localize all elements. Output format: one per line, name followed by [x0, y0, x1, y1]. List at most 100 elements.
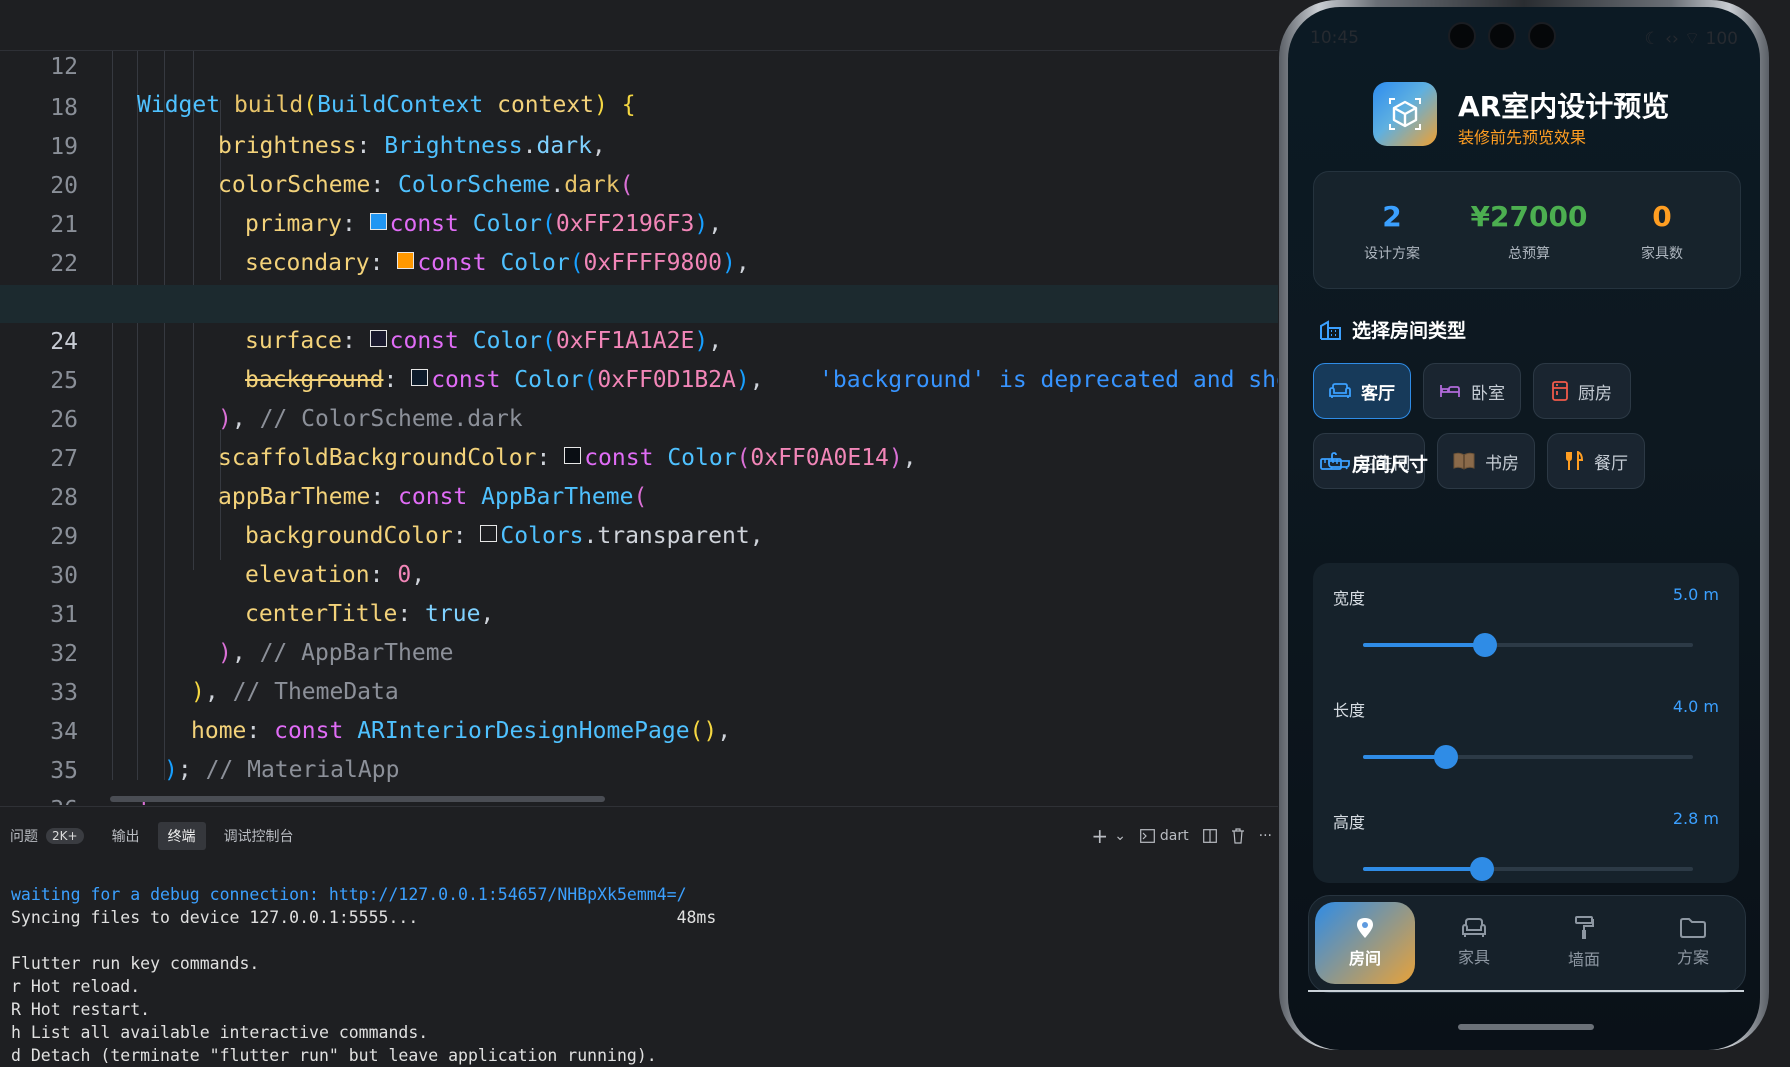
- slider-thumb[interactable]: [1469, 857, 1494, 881]
- ar-cube-icon: [1389, 98, 1421, 130]
- slider-thumb[interactable]: [1433, 745, 1458, 769]
- terminal-line[interactable]: d Detach (terminate "flutter run" but le…: [11, 1044, 657, 1067]
- section-title: 房间尺寸: [1352, 454, 1429, 476]
- trash-icon[interactable]: [1231, 828, 1245, 844]
- ruler-icon: [1320, 457, 1342, 470]
- code-line-34[interactable]: 34 ); // MaterialApp: [0, 675, 1278, 783]
- terminal-line[interactable]: Syncing files to device 127.0.0.1:5555..…: [11, 906, 716, 929]
- terminal-line[interactable]: r Hot reload.: [11, 975, 140, 998]
- book-icon: [1453, 452, 1475, 470]
- tab-output[interactable]: 输出: [102, 822, 150, 850]
- tab-label: 调试控制台: [223, 829, 294, 845]
- code-line-20[interactable]: 20 primary: const Color(0xFF2196F3),: [0, 129, 1278, 237]
- split-terminal-icon[interactable]: [1202, 829, 1217, 843]
- code-line-25[interactable]: 25 ), // ColorScheme.dark: [0, 324, 1278, 432]
- bottom-panel: 问题 2K+ 输出 终端 调试控制台 + ⌄ dart ··· waiting f…: [0, 806, 1278, 1065]
- stat-value: ¥27000: [1470, 200, 1588, 233]
- code-line-35[interactable]: 35 }: [0, 714, 1278, 805]
- sticky-scroll-line[interactable]: 12 Widget build(BuildContext context) {: [0, 10, 1278, 118]
- code-line-26[interactable]: 26 scaffoldBackgroundColor: const Color(…: [0, 363, 1278, 471]
- building-icon: [1320, 319, 1341, 340]
- nav-label: 家具: [1457, 948, 1490, 967]
- code-line-24[interactable]: 24 background: const Color(0xFF0D1B2A), …: [0, 285, 1278, 393]
- dimension-value: 5.0 m: [1672, 585, 1719, 604]
- panel-tabs: 问题 2K+ 输出 终端 调试控制台: [0, 821, 312, 851]
- dimension-value: 4.0 m: [1672, 697, 1719, 716]
- terminal-line[interactable]: h List all available interactive command…: [11, 1021, 428, 1044]
- bed-icon: [1440, 385, 1460, 397]
- room-chip-living[interactable]: 客厅: [1313, 363, 1411, 419]
- chip-label: 客厅: [1361, 383, 1395, 404]
- code-editor[interactable]: 12 Widget build(BuildContext context) { …: [0, 0, 1278, 805]
- chair-icon: [1462, 918, 1486, 937]
- utensils-icon: [1566, 451, 1584, 470]
- stat-budget: ¥27000 总预算: [1454, 200, 1604, 263]
- terminal-line[interactable]: Flutter run key commands.: [11, 952, 259, 975]
- stat-furniture: 0 家具数: [1602, 200, 1722, 263]
- tab-terminal[interactable]: 终端: [157, 822, 206, 850]
- code-line-19[interactable]: 19 colorScheme: ColorScheme.dark(: [0, 90, 1278, 198]
- code-line-31[interactable]: 31 ), // AppBarTheme: [0, 558, 1278, 666]
- chip-label: 厨房: [1578, 383, 1612, 404]
- code-line-33[interactable]: 33 home: const ARInteriorDesignHomePage(…: [0, 636, 1278, 744]
- code-line-30[interactable]: 30 centerTitle: true,: [0, 519, 1278, 627]
- more-actions-button[interactable]: ···: [1259, 828, 1272, 844]
- code-line-22[interactable]: 22 tertiary: const Color(0xFF4CAF50),: [0, 207, 1278, 315]
- paint-roller-icon: [1575, 916, 1594, 939]
- terminal-shell-button[interactable]: dart: [1140, 828, 1189, 844]
- terminal-line[interactable]: waiting for a debug connection: http://1…: [11, 883, 687, 906]
- code-line-29[interactable]: 29 elevation: 0,: [0, 480, 1278, 588]
- stat-label: 家具数: [1641, 246, 1683, 262]
- new-terminal-button[interactable]: +: [1091, 824, 1108, 848]
- kitchen-icon: [1552, 381, 1568, 401]
- slider-fill: [1363, 643, 1486, 647]
- app-subtitle: 装修前先预览效果: [1458, 128, 1587, 147]
- panel-toolbar: + ⌄ dart ···: [1091, 821, 1272, 851]
- stat-value: 2: [1382, 200, 1402, 233]
- tab-debug-console[interactable]: 调试控制台: [214, 822, 304, 850]
- code-line-27[interactable]: 27 appBarTheme: const AppBarTheme(: [0, 402, 1278, 510]
- room-chip-study[interactable]: 书房: [1437, 433, 1535, 489]
- stats-card: 2 设计方案 ¥27000 总预算 0 家具数: [1313, 171, 1741, 289]
- nav-furniture[interactable]: 家具: [1424, 902, 1524, 984]
- nav-wall[interactable]: 墙面: [1534, 902, 1634, 984]
- room-chip-dining[interactable]: 餐厅: [1547, 433, 1645, 489]
- sofa-icon: [1329, 383, 1351, 398]
- code-line-23[interactable]: 23 surface: const Color(0xFF1A1A2E),: [0, 246, 1278, 354]
- room-size-title-row: 房间尺寸: [1320, 450, 1428, 477]
- tab-problems[interactable]: 问题 2K+: [0, 822, 94, 850]
- room-chip-kitchen[interactable]: 厨房: [1533, 363, 1631, 419]
- section-title: 选择房间类型: [1352, 320, 1467, 342]
- code-line-32[interactable]: 32 ), // ThemeData: [0, 597, 1278, 705]
- slider-thumb[interactable]: [1473, 633, 1498, 657]
- phone-screen: 10:45 ☾ ‹› ⌔ 100 AR室内设计预览 装修前先预览效果 2 设计方…: [1288, 7, 1760, 1050]
- status-bar: 10:45 ☾ ‹› ⌔ 100: [1310, 21, 1738, 51]
- room-chip-bedroom[interactable]: 卧室: [1423, 363, 1521, 419]
- terminal-line[interactable]: R Hot restart.: [11, 998, 150, 1021]
- stat-label: 总预算: [1508, 246, 1550, 262]
- code-line-36[interactable]: 36 }: [0, 753, 1278, 805]
- bottom-navigation: 房间 家具 墙面 方案: [1308, 895, 1746, 993]
- chevron-down-icon[interactable]: ⌄: [1114, 828, 1126, 844]
- terminal-icon: [1140, 829, 1155, 843]
- nav-underline: [1308, 990, 1744, 992]
- height-slider[interactable]: [1363, 857, 1693, 881]
- status-icons: ☾ ‹› ⌔ 100: [1644, 28, 1738, 49]
- folder-icon: [1680, 918, 1706, 938]
- dimension-label: 宽度: [1333, 589, 1366, 608]
- horizontal-scrollbar[interactable]: [110, 796, 605, 802]
- stat-value: 0: [1652, 200, 1672, 233]
- nav-plans[interactable]: 方案: [1643, 902, 1743, 984]
- nav-room[interactable]: 房间: [1315, 902, 1415, 984]
- length-slider[interactable]: [1363, 745, 1693, 769]
- code-line-28[interactable]: 28 backgroundColor: Colors.transparent,: [0, 441, 1278, 549]
- home-indicator[interactable]: [1458, 1024, 1594, 1030]
- nav-label: 方案: [1676, 948, 1709, 967]
- dimension-label: 长度: [1333, 701, 1366, 720]
- code-line-18[interactable]: 18 brightness: Brightness.dark,: [0, 51, 1278, 159]
- chip-label: 书房: [1485, 453, 1519, 474]
- width-slider[interactable]: [1363, 633, 1693, 657]
- chip-label: 卧室: [1471, 383, 1505, 404]
- app-logo: [1373, 82, 1437, 146]
- code-line-21[interactable]: 21 secondary: const Color(0xFFFF9800),: [0, 168, 1278, 276]
